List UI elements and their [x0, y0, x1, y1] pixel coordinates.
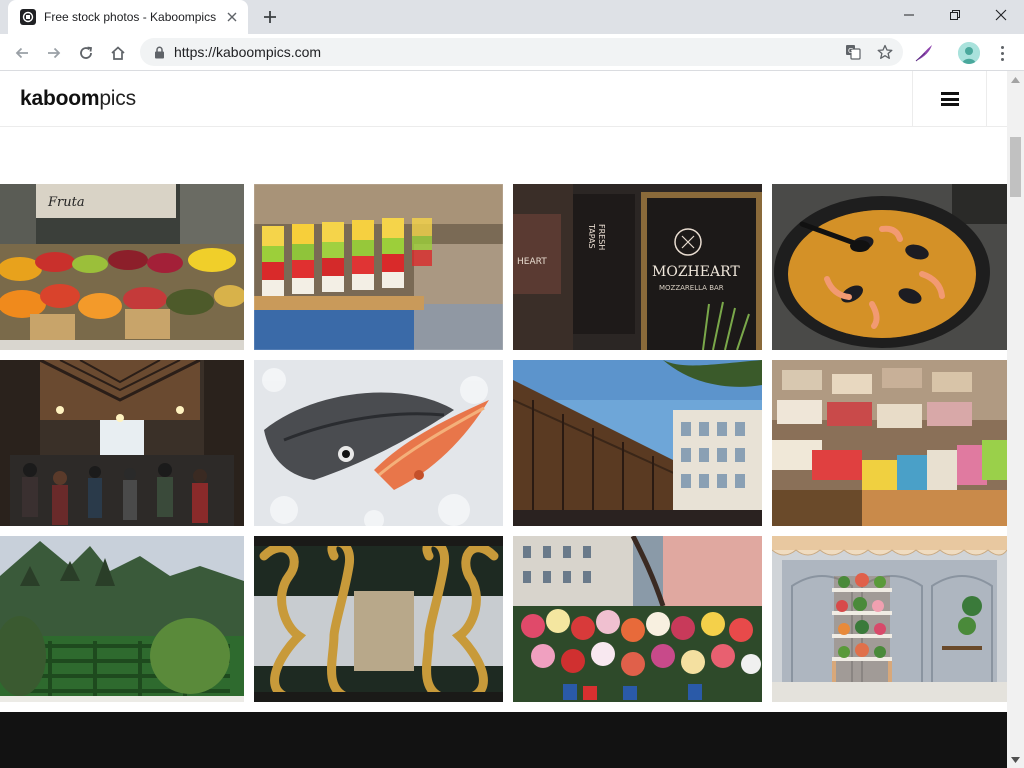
- photo-market-hall-interior[interactable]: [0, 360, 244, 526]
- menu-button[interactable]: [912, 71, 987, 127]
- photo-fruit-market-stall[interactable]: Fruta: [0, 184, 244, 350]
- photo-mozheart-sign[interactable]: HEART TAPAS FRESH MOZHEART MOZZARELLA BA…: [513, 184, 762, 350]
- scroll-up-arrow-icon[interactable]: [1007, 71, 1024, 88]
- photo-used-books-stall[interactable]: [772, 360, 1007, 526]
- photo-market-building-facade[interactable]: [513, 360, 762, 526]
- bookmark-star-icon[interactable]: [873, 38, 897, 66]
- browser-tabstrip: Free stock photos - Kaboompics: [0, 0, 1024, 34]
- heart-sign-text: HEART: [517, 257, 547, 267]
- browser-toolbar: https://kaboompics.com G: [0, 34, 1024, 71]
- page-viewport: kaboompics Fruta HEART TAPAS FRESH MOZHE…: [0, 71, 1024, 768]
- browser-menu-icon[interactable]: [991, 42, 1013, 64]
- tab-title: Free stock photos - Kaboompics: [44, 10, 217, 24]
- scroll-thumb[interactable]: [1010, 137, 1021, 197]
- hamburger-icon: [940, 92, 959, 106]
- profile-avatar[interactable]: [958, 42, 980, 64]
- browser-tab[interactable]: Free stock photos - Kaboompics: [8, 0, 248, 34]
- photo-fruit-skewers[interactable]: [254, 184, 503, 350]
- window-close-icon[interactable]: [978, 0, 1024, 30]
- fresh-sign-text: FRESH: [597, 224, 606, 250]
- back-arrow-icon[interactable]: [8, 39, 36, 67]
- address-bar[interactable]: https://kaboompics.com G: [140, 38, 903, 66]
- logo-light-text: pics: [99, 87, 136, 110]
- new-tab-plus-icon[interactable]: [258, 5, 282, 29]
- photo-golden-ornate-gate[interactable]: [254, 536, 503, 702]
- scroll-down-arrow-icon[interactable]: [1007, 751, 1024, 768]
- forward-arrow-icon[interactable]: [40, 39, 68, 67]
- svg-text:G: G: [848, 47, 853, 55]
- lock-icon[interactable]: [152, 45, 166, 59]
- photo-hedge-maze-garden[interactable]: [0, 536, 244, 702]
- extension-feather-icon[interactable]: [913, 42, 935, 64]
- logo-bold-text: kaboom: [20, 87, 100, 110]
- photo-fish-on-ice[interactable]: [254, 360, 503, 526]
- page-scrollbar[interactable]: [1007, 71, 1024, 768]
- fruta-sign-text: Fruta: [47, 195, 85, 210]
- translate-icon[interactable]: G: [841, 38, 865, 66]
- mozzarella-bar-text: MOZZARELLA BAR: [659, 284, 724, 292]
- kaboompics-favicon-icon: [20, 9, 36, 25]
- mozheart-text: MOZHEART: [652, 264, 740, 280]
- tab-close-icon[interactable]: [224, 9, 240, 25]
- reload-icon[interactable]: [72, 39, 100, 67]
- url-text[interactable]: https://kaboompics.com: [174, 44, 321, 60]
- photo-flower-shop-storefront[interactable]: [772, 536, 1007, 702]
- site-footer: [0, 712, 1007, 768]
- kaboompics-logo[interactable]: kaboompics: [20, 87, 136, 111]
- minimize-icon[interactable]: [886, 0, 932, 30]
- tapas-sign-text: TAPAS: [587, 223, 596, 249]
- photo-seafood-paella[interactable]: [772, 184, 1007, 350]
- maximize-icon[interactable]: [932, 0, 978, 30]
- photo-flower-market[interactable]: [513, 536, 762, 702]
- site-header: kaboompics: [0, 71, 1007, 127]
- home-icon[interactable]: [104, 39, 132, 67]
